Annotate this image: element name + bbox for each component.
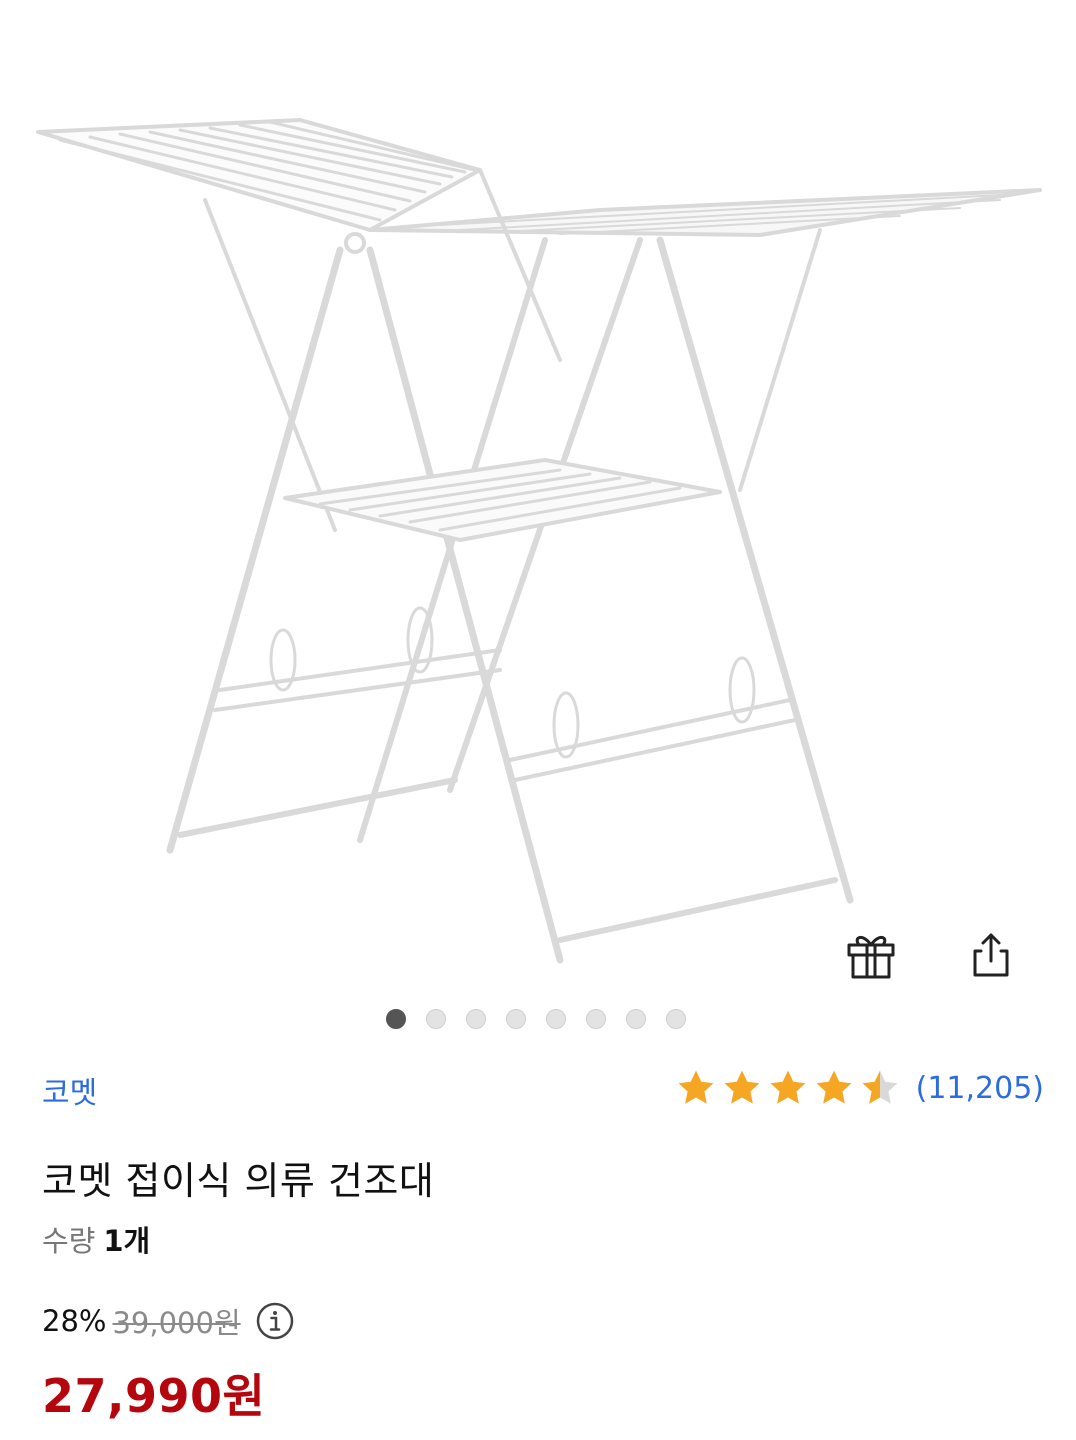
carousel-dot-active[interactable]: [386, 1009, 406, 1029]
share-icon: [973, 933, 1009, 977]
star-half-icon: [862, 1070, 898, 1104]
quantity-value: 1개: [103, 1224, 151, 1258]
carousel-dot[interactable]: [586, 1009, 606, 1029]
sale-price: 27,990원: [42, 1369, 266, 1423]
quantity-info: 수량 1개: [42, 1218, 150, 1260]
star-rating: [674, 1066, 902, 1110]
share-button[interactable]: [958, 922, 1024, 988]
brand-link[interactable]: 코멧: [42, 1068, 97, 1112]
carousel-indicator: [0, 1009, 1074, 1029]
star-full-icon: [770, 1070, 806, 1104]
gift-icon: [847, 936, 895, 979]
product-image[interactable]: [0, 60, 1076, 1000]
rating-summary[interactable]: (11,205): [674, 1066, 1044, 1110]
original-price: 39,000원: [112, 1306, 241, 1340]
carousel-dot[interactable]: [506, 1009, 526, 1029]
info-icon[interactable]: [255, 1301, 295, 1341]
star-full-icon: [724, 1070, 760, 1104]
carousel-dot[interactable]: [466, 1009, 486, 1029]
star-full-icon: [816, 1070, 852, 1104]
star-full-icon: [678, 1070, 714, 1104]
quantity-label: 수량: [42, 1224, 96, 1258]
gift-button[interactable]: [838, 922, 904, 988]
rating-count[interactable]: (11,205): [916, 1071, 1044, 1106]
carousel-dot[interactable]: [666, 1009, 686, 1029]
carousel-dot[interactable]: [546, 1009, 566, 1029]
carousel-dot[interactable]: [626, 1009, 646, 1029]
discount-rate: 28%: [42, 1304, 107, 1338]
product-title: 코멧 접이식 의류 건조대: [42, 1159, 435, 1203]
carousel-dot[interactable]: [426, 1009, 446, 1029]
product-detail-page: 코멧 (11,205) 코멧 접이식 의류 건조대 수량 1개 28% 39,0…: [0, 0, 1076, 1440]
drying-rack-illustration: [36, 118, 1042, 964]
discount-row: 28% 39,000원: [42, 1300, 295, 1342]
